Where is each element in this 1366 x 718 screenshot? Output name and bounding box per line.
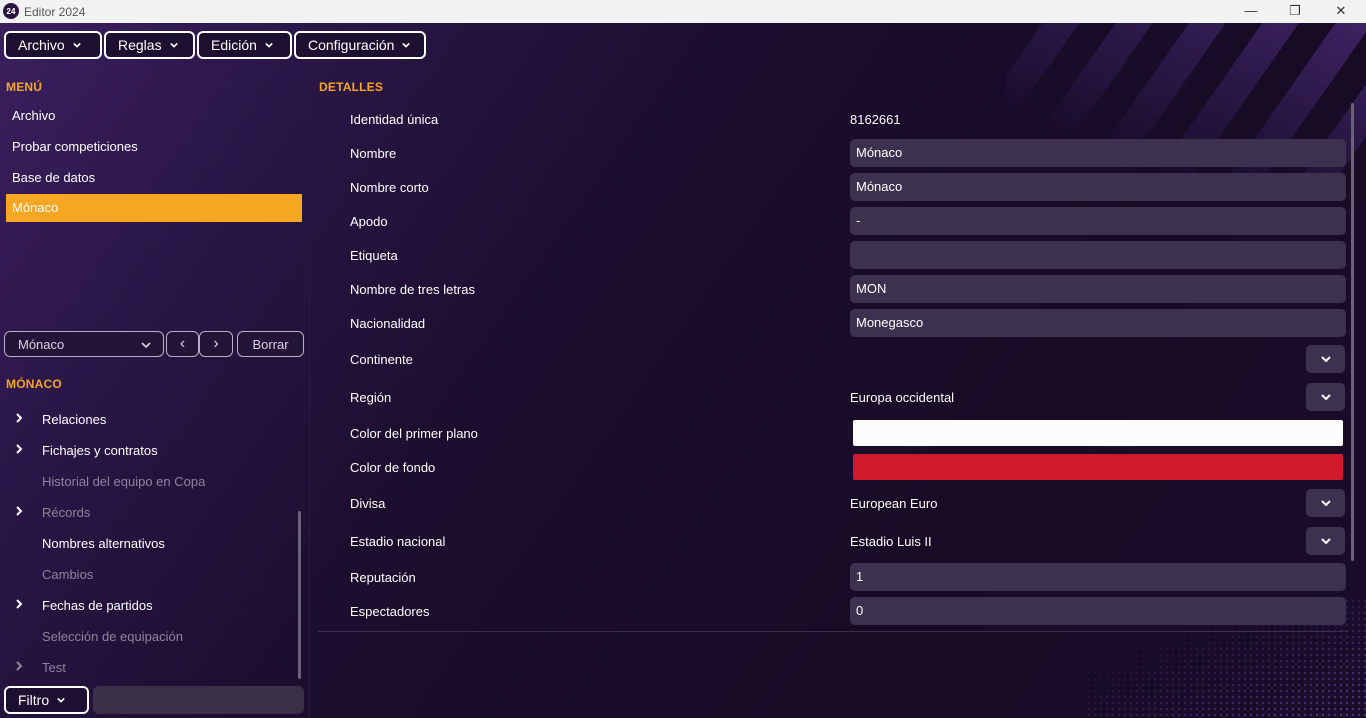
short-name-label: Nombre corto (350, 180, 429, 195)
three-letter-label: Nombre de tres letras (350, 282, 475, 297)
reputation-label: Reputación (350, 570, 416, 585)
details-scrollbar[interactable] (1351, 103, 1354, 561)
identity-label: Identidad única (350, 112, 439, 127)
tree-item-fichajes[interactable]: Fichajes y contratos (42, 443, 158, 458)
currency-value: European Euro (850, 496, 938, 511)
maximize-icon[interactable]: ❐ (1280, 2, 1310, 20)
chevron-right-icon[interactable] (14, 661, 24, 671)
stadium-dropdown-button[interactable] (1306, 527, 1345, 555)
continent-dropdown-button[interactable] (1306, 345, 1345, 373)
chevron-down-icon (265, 42, 273, 48)
chevron-down-icon (169, 42, 178, 48)
tree-item-records[interactable]: Récords (42, 505, 90, 520)
menu-section-title: MENÚ (6, 80, 43, 94)
menu-bar: Archivo Reglas Edición Configuración (4, 31, 426, 59)
app-logo-icon: 24 (3, 3, 19, 19)
clear-button-label: Borrar (252, 336, 289, 352)
nav-item-probar-competiciones[interactable]: Probar competiciones (6, 133, 302, 161)
chevron-left-icon: ‹ (179, 335, 186, 352)
chevron-down-icon (57, 697, 65, 703)
continent-label: Continente (350, 352, 413, 367)
tree-item-fechas-partidos[interactable]: Fechas de partidos (42, 598, 153, 613)
title-bar: 24 Editor 2024 — ❐ ✕ (0, 0, 1366, 23)
nationality-field[interactable]: Monegasco (850, 309, 1346, 337)
next-button[interactable]: › (199, 331, 233, 357)
short-name-field[interactable]: Mónaco (850, 173, 1346, 201)
chevron-right-icon[interactable] (14, 506, 24, 516)
tree-item-seleccion-equipacion[interactable]: Selección de equipación (42, 629, 183, 644)
currency-dropdown-button[interactable] (1306, 489, 1345, 517)
menu-archivo-label: Archivo (18, 37, 65, 53)
nav-item-base-de-datos[interactable]: Base de datos (6, 164, 302, 192)
nav-item-monaco[interactable]: Mónaco (6, 194, 302, 222)
previous-button[interactable]: ‹ (166, 331, 199, 357)
region-value: Europa occidental (850, 390, 955, 405)
bg-color-label: Color de fondo (350, 460, 436, 475)
main-area: Archivo Reglas Edición Configuración MEN… (0, 23, 1366, 718)
menu-configuracion-button[interactable]: Configuración (294, 31, 426, 59)
name-field[interactable]: Mónaco (850, 139, 1346, 167)
spectators-field[interactable]: 0 (850, 597, 1346, 625)
menu-reglas-button[interactable]: Reglas (104, 31, 195, 59)
filter-dropdown[interactable]: Filtro (4, 686, 89, 714)
chevron-down-icon (141, 342, 151, 349)
chevron-right-icon[interactable] (14, 444, 24, 454)
menu-edicion-button[interactable]: Edición (197, 31, 292, 59)
spectators-label: Espectadores (350, 604, 430, 619)
entity-select-value: Mónaco (18, 336, 65, 352)
tree-item-nombres-alternativos[interactable]: Nombres alternativos (42, 536, 165, 551)
three-letter-field[interactable]: MON (850, 275, 1346, 303)
chevron-down-icon (1320, 500, 1331, 507)
menu-archivo-button[interactable]: Archivo (4, 31, 102, 59)
bg-color-swatch[interactable] (853, 454, 1343, 480)
tree-item-cambios[interactable]: Cambios (42, 567, 93, 582)
chevron-down-icon (1320, 538, 1331, 545)
region-dropdown-button[interactable] (1306, 383, 1345, 411)
details-section-title: DETALLES (319, 80, 384, 94)
identity-value: 8162661 (850, 112, 901, 127)
minimize-icon[interactable]: — (1236, 2, 1266, 20)
region-label: Región (350, 390, 392, 405)
chevron-down-icon (72, 42, 81, 48)
panel-divider (309, 78, 310, 718)
currency-label: Divisa (350, 496, 386, 511)
stadium-label: Estadio nacional (350, 534, 446, 549)
tree-item-test[interactable]: Test (42, 660, 66, 675)
nav-item-archivo[interactable]: Archivo (6, 102, 302, 130)
menu-configuracion-label: Configuración (308, 37, 395, 53)
tree-item-historial-copa[interactable]: Historial del equipo en Copa (42, 474, 205, 489)
clear-button[interactable]: Borrar (237, 331, 304, 357)
reputation-field[interactable]: 1 (850, 563, 1346, 591)
window-title: Editor 2024 (24, 5, 86, 19)
fg-color-swatch[interactable] (853, 420, 1343, 446)
filter-label: Filtro (18, 692, 50, 708)
tree-item-relaciones[interactable]: Relaciones (42, 412, 106, 427)
nickname-label: Apodo (350, 214, 388, 229)
stadium-value: Estadio Luis II (850, 534, 932, 549)
close-icon[interactable]: ✕ (1326, 2, 1356, 20)
menu-edicion-label: Edición (211, 37, 257, 53)
filter-input[interactable] (93, 686, 304, 714)
chevron-down-icon (402, 42, 411, 48)
fg-color-label: Color del primer plano (350, 426, 478, 441)
left-scrollbar[interactable] (298, 511, 301, 679)
chevron-down-icon (1320, 394, 1331, 401)
entity-select[interactable]: Mónaco (4, 331, 164, 357)
chevron-right-icon[interactable] (14, 599, 24, 609)
nationality-label: Nacionalidad (350, 316, 426, 331)
chevron-down-icon (1320, 356, 1331, 363)
nickname-field[interactable]: - (850, 207, 1346, 235)
chevron-right-icon[interactable] (14, 413, 24, 423)
menu-reglas-label: Reglas (118, 37, 162, 53)
name-label: Nombre (350, 146, 397, 161)
tag-label: Etiqueta (350, 248, 398, 263)
tag-field[interactable] (850, 241, 1346, 269)
details-divider (318, 631, 1348, 632)
entity-section-title: MÓNACO (6, 377, 62, 391)
chevron-right-icon: › (213, 335, 219, 352)
